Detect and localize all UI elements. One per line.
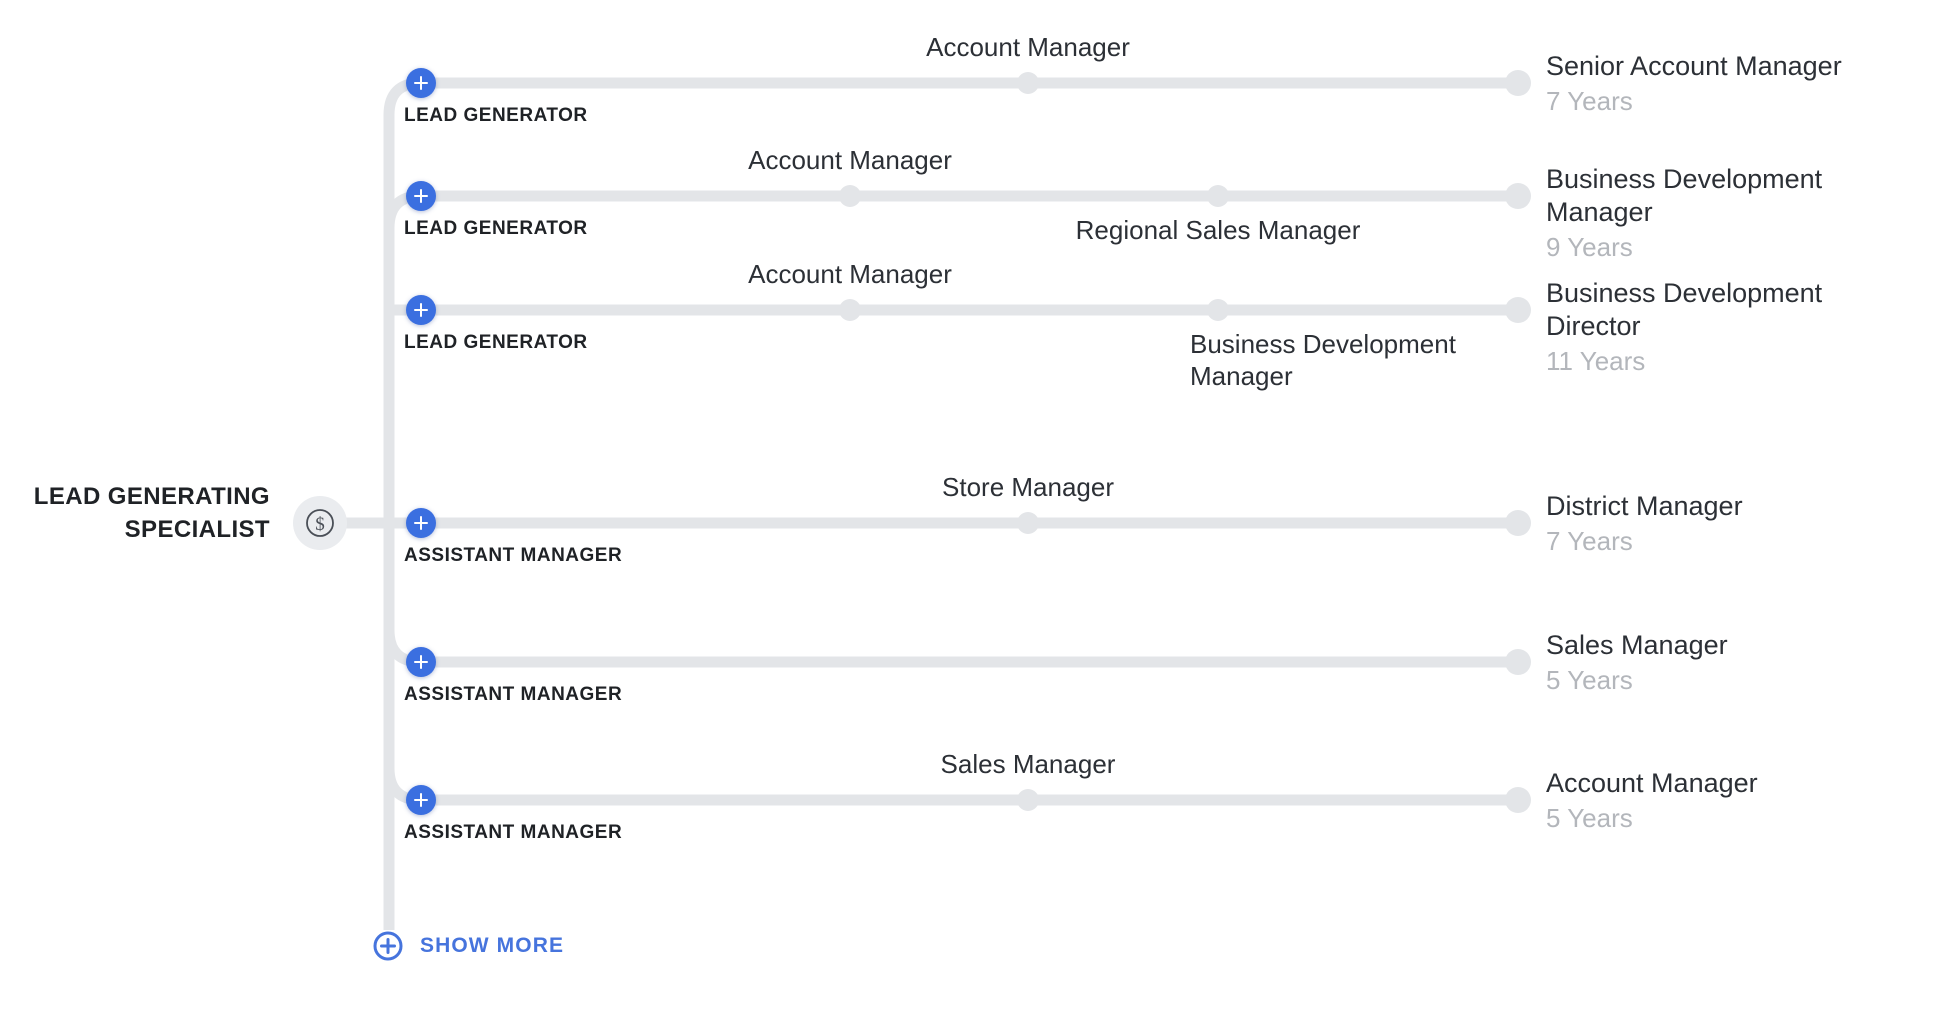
expand-branch-plus-icon[interactable] [406,68,436,98]
expand-branch-plus-icon[interactable] [406,295,436,325]
destination-block[interactable]: Sales Manager5 Years [1546,629,1876,696]
destination-title: Senior Account Manager [1546,50,1876,83]
destination-node[interactable] [1505,787,1531,813]
step-node[interactable] [1017,512,1039,534]
svg-text:$: $ [315,514,325,535]
step-node[interactable] [1207,185,1229,207]
destination-years: 5 Years [1546,664,1876,696]
step-node[interactable] [1017,789,1039,811]
step-node[interactable] [1207,299,1229,321]
destination-node[interactable] [1505,70,1531,96]
destination-years: 11 Years [1546,345,1876,377]
branch-stage-label: LEAD GENERATOR [404,218,588,240]
step-label: Business Development Manager [1190,328,1520,392]
step-node[interactable] [1017,72,1039,94]
expand-branch-plus-icon[interactable] [406,181,436,211]
destination-years: 7 Years [1546,85,1876,117]
root-label: LEAD GENERATING SPECIALIST [0,480,270,546]
expand-branch-plus-icon[interactable] [406,647,436,677]
step-label: Account Manager [748,258,952,290]
show-more-label: SHOW MORE [420,934,564,958]
career-path-diagram: LEAD GENERATING SPECIALIST $ LEAD GENERA… [0,0,1940,1012]
branch-stage-label: LEAD GENERATOR [404,105,588,127]
destination-block[interactable]: Business Development Director11 Years [1546,277,1876,377]
expand-branch-plus-icon[interactable] [406,785,436,815]
branch-stage-label: ASSISTANT MANAGER [404,684,622,706]
destination-title: Sales Manager [1546,629,1876,662]
step-node[interactable] [839,299,861,321]
destination-years: 5 Years [1546,802,1876,834]
destination-block[interactable]: District Manager7 Years [1546,490,1876,557]
expand-branch-plus-icon[interactable] [406,508,436,538]
plus-circle-outline-icon [372,930,404,962]
branch-stage-label: LEAD GENERATOR [404,332,588,354]
step-node[interactable] [839,185,861,207]
show-more-button[interactable]: SHOW MORE [372,930,564,962]
step-label: Account Manager [926,31,1130,63]
step-label: Account Manager [748,144,952,176]
branch-stage-label: ASSISTANT MANAGER [404,545,622,567]
destination-node[interactable] [1505,297,1531,323]
step-label: Sales Manager [941,748,1116,780]
destination-node[interactable] [1505,183,1531,209]
step-label: Regional Sales Manager [1076,214,1361,246]
destination-title: District Manager [1546,490,1876,523]
destination-node[interactable] [1505,510,1531,536]
destination-years: 9 Years [1546,231,1876,263]
destination-block[interactable]: Senior Account Manager7 Years [1546,50,1876,117]
step-label: Store Manager [942,471,1114,503]
destination-block[interactable]: Account Manager5 Years [1546,767,1876,834]
destination-title: Account Manager [1546,767,1876,800]
destination-block[interactable]: Business Development Manager9 Years [1546,163,1876,263]
destination-title: Business Development Manager [1546,163,1876,229]
branch-stage-label: ASSISTANT MANAGER [404,822,622,844]
destination-years: 7 Years [1546,525,1876,557]
dollar-circle-icon[interactable]: $ [293,496,347,550]
destination-title: Business Development Director [1546,277,1876,343]
destination-node[interactable] [1505,649,1531,675]
